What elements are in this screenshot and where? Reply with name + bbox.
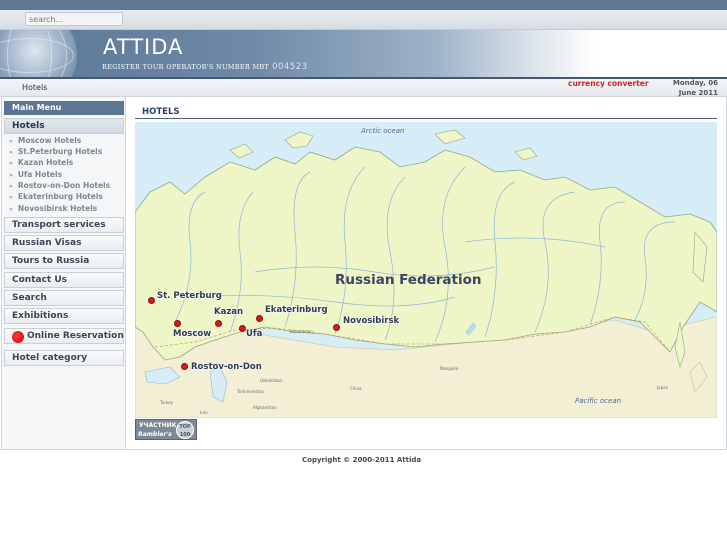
city-marker-novosibirsk[interactable]: [333, 324, 340, 331]
sidebar-link-ekaterinburg-hotels[interactable]: » Ekaterinburg Hotels: [9, 192, 103, 201]
sidebar-link-novosibirsk-hotels[interactable]: » Novosibirsk Hotels: [9, 204, 97, 213]
city-marker-ekaterinburg[interactable]: [256, 315, 263, 322]
currency-converter-link[interactable]: currency converter: [568, 79, 649, 88]
header-banner: ATTIDA REGISTER TOUR OPERATOR'S NUMBER M…: [0, 30, 727, 77]
city-label-moscow[interactable]: Moscow: [173, 329, 211, 339]
link-label: Ufa Hotels: [17, 170, 63, 179]
arrow-icon: »: [9, 172, 13, 179]
footer-divider: [0, 449, 727, 450]
turkey-label: Turkey: [160, 400, 174, 405]
tagline: REGISTER TOUR OPERATOR'S NUMBER MBT 00452…: [102, 62, 308, 72]
sidebar-item-hotels[interactable]: Hotels: [4, 118, 124, 134]
top-bar: [0, 0, 727, 10]
copyright-text: Copyright © 2000-2011 Attida: [302, 456, 422, 464]
arrow-icon: »: [9, 138, 13, 145]
sidebar-item-transport[interactable]: Transport services: [4, 217, 124, 233]
sidebar-item-search[interactable]: Search: [4, 290, 124, 306]
main-menu-heading: Main Menu: [4, 101, 124, 115]
link-label: Ekaterinburg Hotels: [17, 192, 103, 201]
link-label: Kazan Hotels: [17, 158, 74, 167]
uzbekistan-label: Uzbekistan: [260, 378, 283, 383]
afghanistan-label: Afghanistan: [253, 405, 277, 410]
city-marker-kazan[interactable]: [215, 320, 222, 327]
breadcrumb-row: Hotels currency converter Monday, 06 Jun…: [0, 79, 727, 97]
link-label: St.Peterburg Hotels: [17, 147, 103, 156]
sidebar-link-ufa-hotels[interactable]: » Ufa Hotels: [9, 170, 62, 179]
search-bar: [0, 10, 727, 30]
arctic-ocean-label: Arctic ocean: [361, 127, 405, 135]
red-dot-icon: [12, 331, 24, 343]
city-marker-st-peterburg[interactable]: [148, 297, 155, 304]
city-label-ufa[interactable]: Ufa: [246, 329, 262, 339]
kazakhstan-label: Kazakhstan: [290, 329, 314, 334]
japan-label: Japan: [657, 385, 669, 390]
top100-icon: TOP 100: [176, 421, 194, 439]
pacific-ocean-label: Pacific ocean: [575, 397, 622, 405]
globe-graphic: [0, 30, 77, 77]
breadcrumb[interactable]: Hotels: [22, 83, 47, 92]
link-label: Moscow Hotels: [17, 136, 82, 145]
sidebar-item-hotel-category[interactable]: Hotel category: [4, 350, 124, 366]
sidebar-link-stpeterburg-hotels[interactable]: » St.Peterburg Hotels: [9, 147, 102, 156]
city-label-st-peterburg[interactable]: St. Peterburg: [157, 291, 222, 301]
city-label-novosibirsk[interactable]: Novosibirsk: [343, 316, 399, 326]
sidebar: Main Menu Hotels » Moscow Hotels » St.Pete…: [1, 97, 126, 449]
brand-logo[interactable]: ATTIDA: [103, 35, 183, 59]
city-label-ekaterinburg[interactable]: Ekaterinburg: [265, 305, 328, 315]
title-divider: [135, 118, 717, 119]
sidebar-link-moscow-hotels[interactable]: » Moscow Hotels: [9, 136, 81, 145]
page-title: HOTELS: [142, 107, 180, 117]
arrow-icon: »: [9, 183, 13, 190]
map-graphic: [135, 129, 717, 418]
arrow-icon: »: [9, 206, 13, 213]
link-label: Rostov-on-Don Hotels: [17, 181, 111, 190]
arrow-icon: »: [9, 160, 13, 167]
sidebar-item-online-reservation[interactable]: Online Reservation: [4, 328, 124, 344]
russia-map[interactable]: Arctic ocean Pacific ocean Russian Feder…: [135, 122, 717, 418]
sidebar-link-rostov-hotels[interactable]: » Rostov-on-Don Hotels: [9, 181, 110, 190]
city-marker-moscow[interactable]: [174, 320, 181, 327]
sidebar-item-tours[interactable]: Tours to Russia: [4, 253, 124, 269]
sidebar-item-visas[interactable]: Russian Visas: [4, 235, 124, 251]
sidebar-item-label: Online Reservation: [27, 331, 124, 341]
badge-line-1: УЧАСТНИК: [139, 422, 177, 429]
rambler-top100-badge[interactable]: УЧАСТНИК Rambler's TOP 100: [135, 419, 197, 440]
sidebar-item-exhibitions[interactable]: Exhibitions: [4, 308, 124, 324]
turkmenistan-label: Turkmenistan: [237, 389, 264, 394]
date-line-1: Monday, 06: [672, 79, 718, 87]
tagline-text: REGISTER TOUR OPERATOR'S NUMBER MBT: [102, 63, 270, 71]
city-label-rostov-on-don[interactable]: Rostov-on-Don: [191, 362, 262, 372]
search-input[interactable]: [25, 12, 123, 26]
arrow-icon: »: [9, 149, 13, 156]
mongolia-label: Mongolia: [440, 366, 459, 371]
iran-label: Iran: [200, 410, 208, 415]
link-label: Novosibirsk Hotels: [17, 204, 98, 213]
register-number: 004523: [272, 62, 308, 72]
china-label: China: [350, 386, 362, 391]
city-label-kazan[interactable]: Kazan: [214, 307, 243, 317]
sidebar-item-contact[interactable]: Contact Us: [4, 272, 124, 288]
country-label: Russian Federation: [335, 272, 482, 288]
arrow-icon: »: [9, 194, 13, 201]
badge-line-2: Rambler's: [138, 431, 172, 438]
date-display: Monday, 06 June 2011: [658, 79, 718, 98]
city-marker-ufa[interactable]: [239, 325, 246, 332]
sidebar-link-kazan-hotels[interactable]: » Kazan Hotels: [9, 158, 73, 167]
city-marker-rostov-on-don[interactable]: [181, 363, 188, 370]
